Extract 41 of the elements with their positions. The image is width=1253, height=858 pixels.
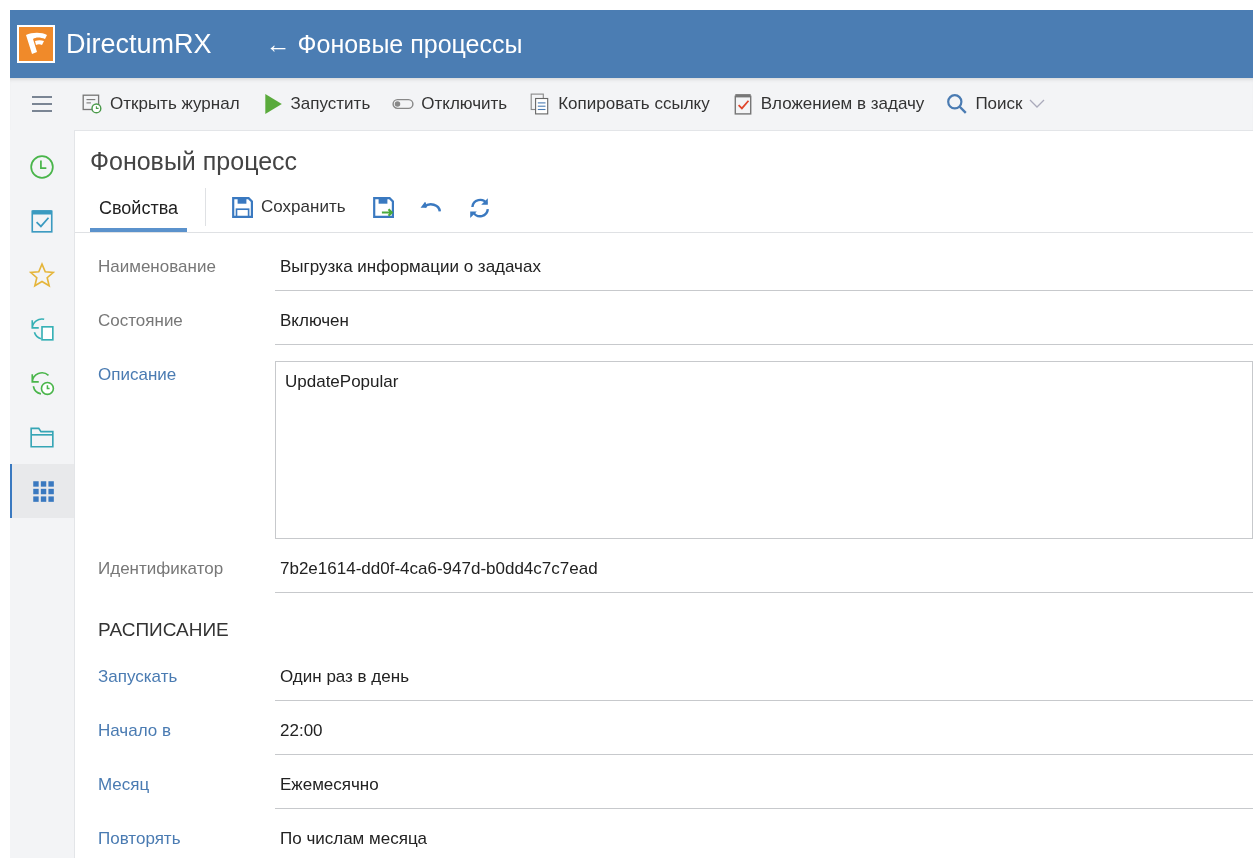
- toolbar-button[interactable]: Поиск: [939, 93, 1053, 115]
- field-label: Повторять: [98, 828, 182, 849]
- clock-icon: [29, 154, 55, 180]
- journal-icon: [81, 93, 103, 115]
- back-link[interactable]: ← Фоновые процессы: [265, 29, 523, 59]
- input-field[interactable]: Включен: [275, 307, 1253, 345]
- section-title: РАСПИСАНИЕ: [98, 619, 230, 641]
- logo-icon: [16, 24, 56, 64]
- field-label: Начало в: [98, 720, 172, 741]
- sidebar-item[interactable]: [10, 464, 74, 518]
- description-field[interactable]: UpdatePopular: [275, 361, 1253, 539]
- grid-icon: [30, 478, 56, 504]
- input-field[interactable]: Ежемесячно: [275, 771, 1253, 809]
- toolbar-button[interactable]: Запустить: [254, 93, 378, 115]
- field-label: Запускать: [98, 666, 179, 687]
- app-name: DirectumRX: [66, 28, 212, 60]
- search-icon: [946, 93, 969, 115]
- refresh-icon: [467, 196, 490, 218]
- card-title: Фоновый процесс: [90, 147, 299, 176]
- star-icon: [29, 262, 55, 288]
- clock-refresh-icon: [29, 370, 55, 396]
- tab[interactable]: Свойства: [90, 182, 188, 232]
- menu-icon[interactable]: [31, 95, 53, 113]
- field-label: Идентификатор: [98, 558, 225, 579]
- field-label: Состояние: [98, 310, 184, 331]
- document-refresh-icon: [29, 316, 55, 342]
- field-label: Месяц: [98, 774, 151, 795]
- input-field[interactable]: Один раз в день: [275, 663, 1253, 701]
- toolbar-button[interactable]: Копировать ссылку: [522, 93, 717, 115]
- field-label: Описание: [98, 364, 178, 385]
- save-icon: [231, 196, 254, 218]
- input-field[interactable]: 22:00: [275, 717, 1253, 755]
- toolbar-button[interactable]: Отключить: [385, 93, 515, 115]
- toolbar-button[interactable]: Открыть журнал: [74, 93, 247, 115]
- toolbar-button[interactable]: Вложением в задачу: [724, 93, 932, 115]
- save-button[interactable]: Сохранить: [224, 196, 353, 218]
- calendar-check-icon: [29, 208, 55, 234]
- input-field[interactable]: 7b2e1614-dd0f-4ca6-947d-b0dd4c7c7ead: [275, 555, 1253, 593]
- field-label: Наименование: [98, 256, 217, 277]
- input-field[interactable]: Выгрузка информации о задачах: [275, 253, 1253, 291]
- input-field[interactable]: По числам месяца: [275, 825, 1065, 858]
